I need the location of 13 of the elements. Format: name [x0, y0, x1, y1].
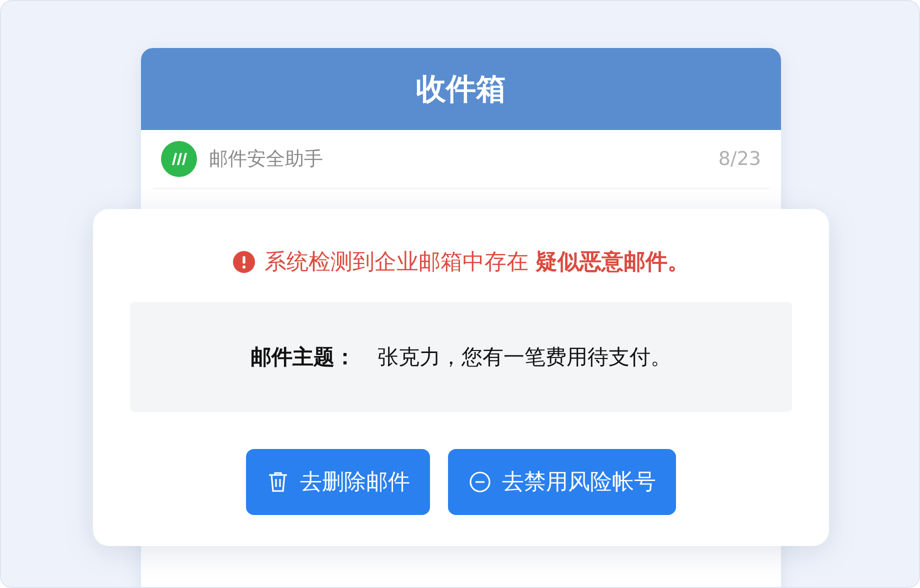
- warning-icon: [232, 251, 254, 273]
- message-date: 8/23: [718, 148, 761, 170]
- subject-label: 邮件主题：: [250, 344, 356, 371]
- logo-icon: [161, 141, 197, 177]
- inbox-title: 收件箱: [416, 70, 506, 108]
- warning-text: 系统检测到企业邮箱中存在 疑似恶意邮件。: [264, 249, 690, 277]
- minus-circle-icon: [468, 470, 492, 494]
- message-row[interactable]: 邮件安全助手 8/23: [153, 130, 769, 189]
- delete-button[interactable]: 去删除邮件: [246, 449, 430, 515]
- subject-text: 张克力，您有一笔费用待支付。: [378, 344, 672, 371]
- disable-button[interactable]: 去禁用风险帐号: [448, 449, 676, 515]
- sender-name: 邮件安全助手: [209, 147, 324, 172]
- trash-icon: [266, 470, 290, 494]
